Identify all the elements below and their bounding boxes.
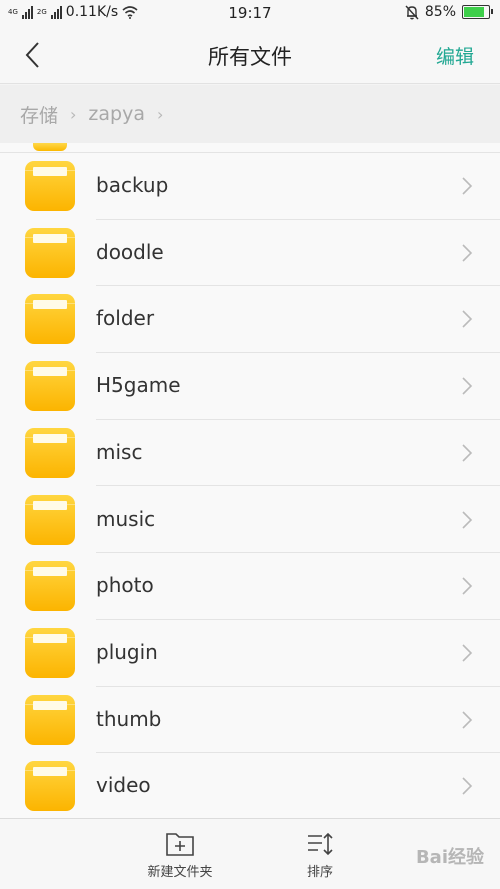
chevron-right-icon xyxy=(462,310,473,328)
chevron-right-icon xyxy=(462,244,473,262)
edit-button[interactable]: 编辑 xyxy=(436,42,474,69)
new-folder-icon xyxy=(166,833,194,856)
list-item[interactable]: doodle xyxy=(0,220,500,287)
folder-icon xyxy=(25,761,75,812)
folder-name: doodle xyxy=(96,239,164,264)
folder-icon xyxy=(25,494,75,545)
folder-icon xyxy=(25,694,75,745)
chevron-right-icon: › xyxy=(70,104,77,124)
folder-icon xyxy=(25,627,75,678)
mute-bell-icon xyxy=(405,5,419,19)
status-bar: 4G 2G 0.11K/s 19:17 85% xyxy=(0,0,500,26)
folder-name: video xyxy=(96,773,151,798)
folder-name: plugin xyxy=(96,639,158,664)
folder-icon xyxy=(25,427,75,478)
folder-icon xyxy=(25,294,75,345)
new-folder-label: 新建文件夹 xyxy=(147,865,213,880)
folder-name: photo xyxy=(96,573,154,598)
chevron-right-icon xyxy=(462,377,473,395)
list-item[interactable]: thumb xyxy=(0,687,500,754)
chevron-right-icon xyxy=(462,644,473,662)
title-bar: 所有文件 编辑 xyxy=(0,26,500,84)
folder-name: H5game xyxy=(96,373,181,398)
folder-icon xyxy=(25,161,75,211)
folder-name: backup xyxy=(96,173,169,197)
sort-icon xyxy=(308,832,333,856)
chevron-right-icon xyxy=(462,177,473,195)
list-item[interactable]: music xyxy=(0,487,500,554)
breadcrumb-item-storage[interactable]: 存储 xyxy=(20,101,58,128)
bottom-toolbar: 新建文件夹 排序 Bai经验 xyxy=(0,818,500,889)
battery-icon xyxy=(462,5,493,19)
breadcrumb-item-zapya[interactable]: zapya xyxy=(88,103,145,125)
list-item[interactable]: misc xyxy=(0,420,500,487)
watermark-logo: Bai经验 xyxy=(415,847,484,868)
breadcrumb: 存储 › zapya › xyxy=(0,85,500,143)
sort-label: 排序 xyxy=(306,865,333,880)
list-item[interactable]: photo xyxy=(0,553,500,620)
list-item[interactable]: H5game xyxy=(0,353,500,420)
chevron-right-icon xyxy=(462,444,473,462)
list-item[interactable]: video xyxy=(0,753,500,818)
file-list[interactable]: backup doodle folder H5game misc music photo pl… xyxy=(0,143,500,818)
chevron-right-icon: › xyxy=(157,104,164,124)
folder-name: thumb xyxy=(96,706,162,731)
folder-icon xyxy=(25,361,75,412)
page-title: 所有文件 xyxy=(208,45,292,69)
status-right: 85% xyxy=(405,4,493,20)
list-item[interactable]: plugin xyxy=(0,620,500,687)
chevron-right-icon xyxy=(462,777,473,795)
chevron-right-icon xyxy=(462,577,473,595)
chevron-right-icon xyxy=(462,711,473,729)
partial-list-item xyxy=(0,143,500,153)
folder-icon xyxy=(25,227,75,278)
list-item[interactable]: backup xyxy=(0,153,500,220)
new-folder-button[interactable]: 新建文件夹 xyxy=(140,831,220,880)
battery-percent: 85% xyxy=(424,4,456,20)
sort-button[interactable]: 排序 xyxy=(290,831,350,880)
list-item[interactable]: folder xyxy=(0,286,500,354)
folder-name: music xyxy=(96,506,156,531)
folder-icon xyxy=(33,143,67,151)
folder-name: misc xyxy=(96,439,143,464)
chevron-right-icon xyxy=(462,510,473,529)
folder-name: folder xyxy=(96,306,155,331)
folder-icon xyxy=(25,561,75,612)
